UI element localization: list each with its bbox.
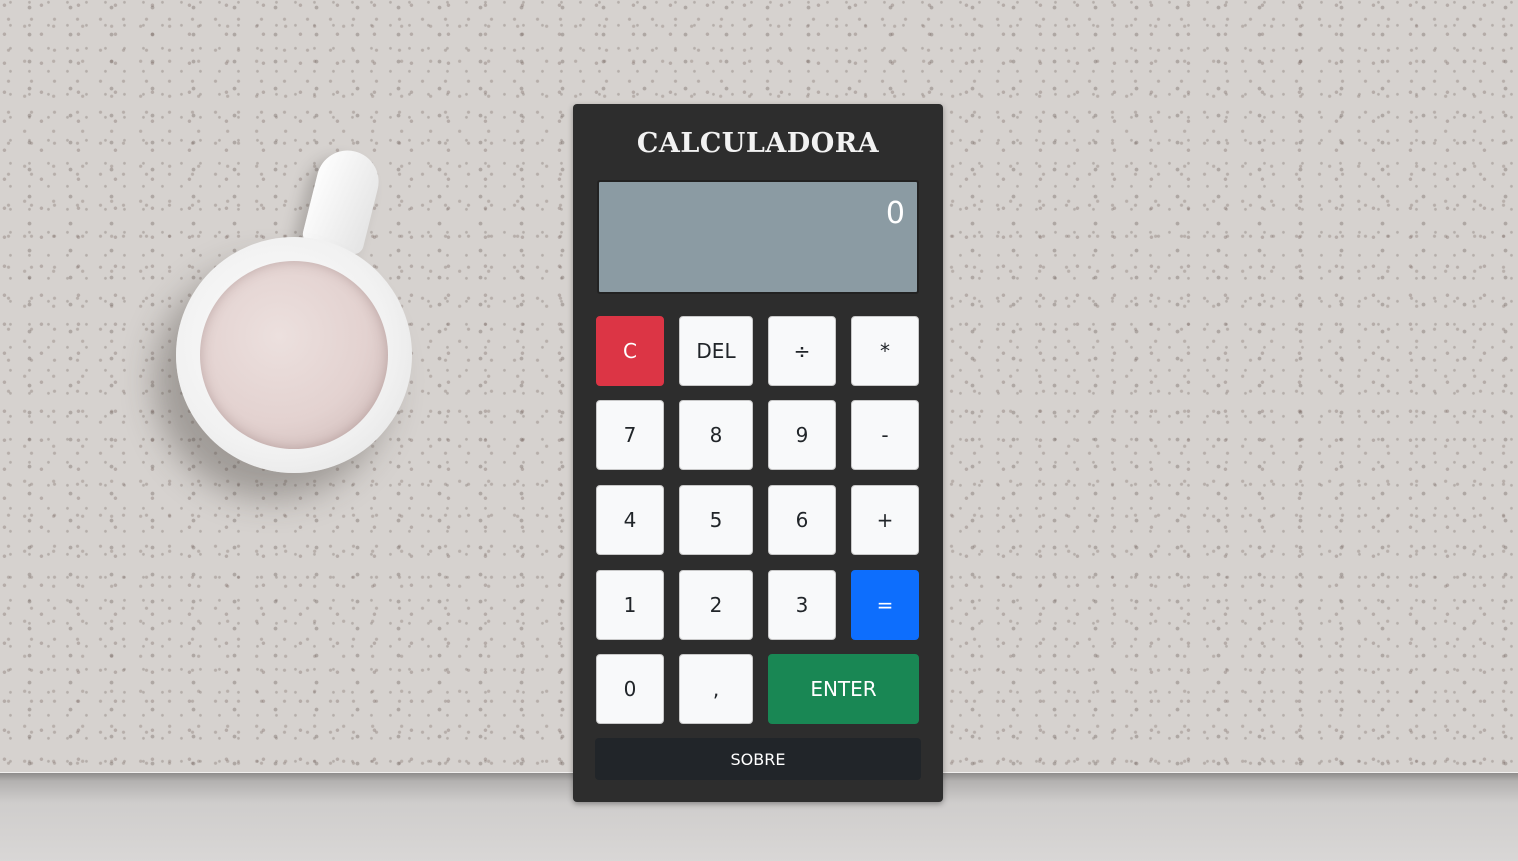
about-button[interactable]: SOBRE <box>595 738 921 780</box>
digit-3-button[interactable]: 3 <box>768 570 836 640</box>
equals-button[interactable]: = <box>851 570 919 640</box>
countertop-background: CALCULADORA 0 C DEL ÷ * 7 8 9 - 4 5 6 + … <box>0 0 1518 861</box>
digit-7-button[interactable]: 7 <box>596 400 664 470</box>
divide-button[interactable]: ÷ <box>768 316 836 386</box>
calculator-title: CALCULADORA <box>636 128 880 159</box>
comma-button[interactable]: , <box>679 654 753 724</box>
enter-button[interactable]: ENTER <box>768 654 919 724</box>
digit-4-button[interactable]: 4 <box>596 485 664 555</box>
digit-9-button[interactable]: 9 <box>768 400 836 470</box>
delete-button[interactable]: DEL <box>679 316 753 386</box>
digit-8-button[interactable]: 8 <box>679 400 753 470</box>
digit-2-button[interactable]: 2 <box>679 570 753 640</box>
subtract-button[interactable]: - <box>851 400 919 470</box>
clear-button[interactable]: C <box>596 316 664 386</box>
digit-0-button[interactable]: 0 <box>596 654 664 724</box>
digit-1-button[interactable]: 1 <box>596 570 664 640</box>
digit-6-button[interactable]: 6 <box>768 485 836 555</box>
digit-5-button[interactable]: 5 <box>679 485 753 555</box>
mug-drink <box>200 261 388 449</box>
calculator-panel: CALCULADORA 0 C DEL ÷ * 7 8 9 - 4 5 6 + … <box>573 104 943 802</box>
multiply-button[interactable]: * <box>851 316 919 386</box>
calculator-display: 0 <box>597 180 919 294</box>
coffee-mug-image <box>176 237 412 473</box>
add-button[interactable]: + <box>851 485 919 555</box>
